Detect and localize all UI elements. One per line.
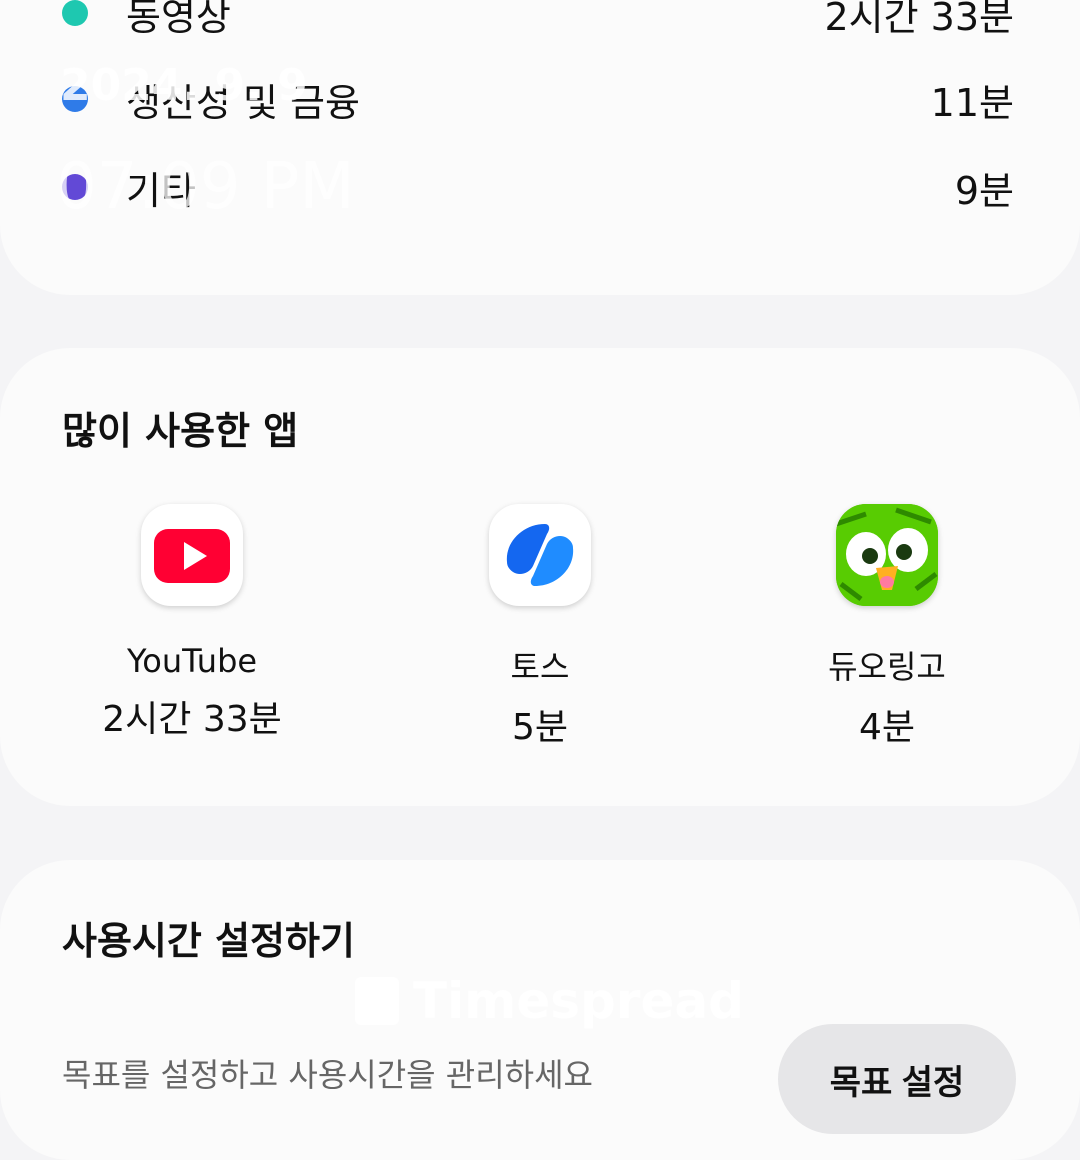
toss-icon [489,504,591,606]
category-time: 2시간 33분 [824,0,1015,39]
set-goal-button[interactable]: 목표 설정 [778,1024,1016,1134]
app-time: 5분 [511,707,569,748]
app-item-youtube[interactable]: YouTube 2시간 33분 [42,504,342,742]
category-time: 9분 [954,169,1014,213]
youtube-icon [141,504,243,606]
app-name: 토스 [510,648,570,686]
watermark: Timespread [355,972,744,1030]
category-time: 11분 [930,81,1014,125]
usage-goal-description: 목표를 설정하고 사용시간을 관리하세요 [62,1056,593,1094]
timestamp-date: 2024. 9. 9 [60,60,308,111]
top-apps-card: 많이 사용한 앱 YouTube 2시간 33분 토스 5분 듀오링고 4분 [0,348,1080,806]
top-apps-title: 많이 사용한 앱 [62,409,299,453]
duolingo-icon [836,504,938,606]
category-usage-card: 동영상 2시간 33분 생산성 및 금융 11분 기타 9분 [0,0,1080,295]
timespread-logo-icon [355,977,399,1025]
watermark-text: Timespread [413,972,744,1030]
app-name: 듀오링고 [828,648,946,686]
app-item-duolingo[interactable]: 듀오링고 4분 [737,504,1037,750]
usage-goal-title: 사용시간 설정하기 [62,919,355,963]
timestamp-time: 07:09 PM [56,150,355,224]
app-name: YouTube [126,642,258,680]
app-item-toss[interactable]: 토스 5분 [390,504,690,750]
category-dot [62,0,88,26]
category-row-video[interactable]: 동영상 2시간 33분 [62,0,1014,42]
app-time: 2시간 33분 [102,699,282,740]
category-name: 동영상 [126,0,231,39]
app-time: 4분 [858,707,916,748]
